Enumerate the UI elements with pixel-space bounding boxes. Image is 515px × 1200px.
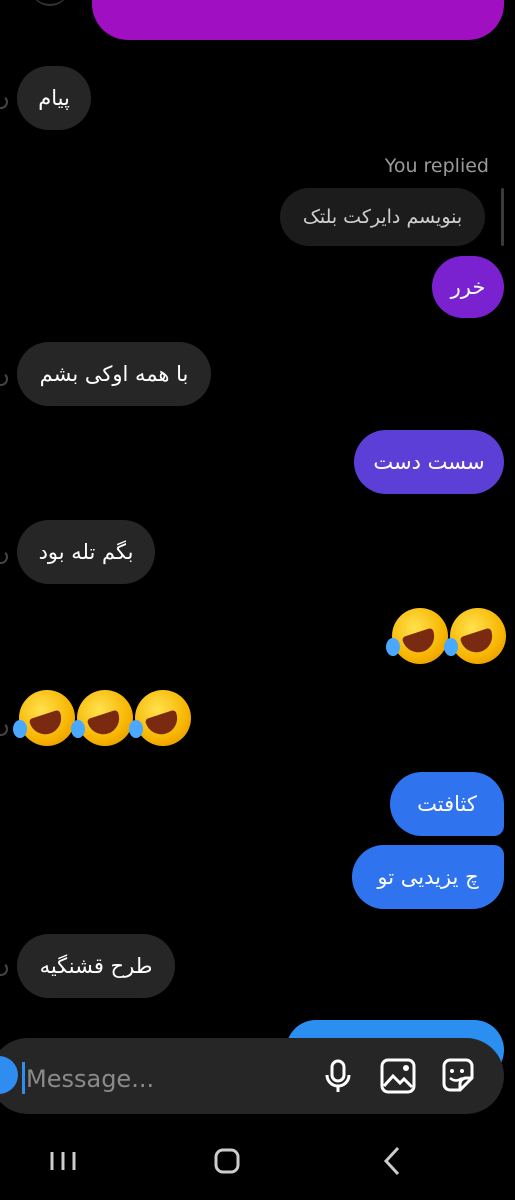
home-icon[interactable] xyxy=(207,1140,247,1180)
laughing-emoji-icon xyxy=(13,690,75,746)
sent-message[interactable]: کثافتت xyxy=(390,772,504,836)
sent-message[interactable]: خرر xyxy=(432,256,504,318)
message-text: چ یزیدیی تو xyxy=(377,865,479,889)
partial-avatar xyxy=(30,0,70,6)
received-message[interactable]: بگم تله بود xyxy=(17,520,155,584)
received-message[interactable]: با همه اوکی بشم xyxy=(17,342,211,406)
message-text: با همه اوکی بشم xyxy=(39,362,189,386)
message-text: طرح قشنگیه xyxy=(39,954,153,978)
laughing-emoji-icon xyxy=(444,608,506,664)
message-input[interactable] xyxy=(24,1060,288,1098)
reply-indicator-bar xyxy=(501,188,504,246)
quote-text: بنویسم دایرکت بلتک xyxy=(302,206,463,228)
received-message[interactable]: پیام xyxy=(17,66,91,130)
gallery-icon[interactable] xyxy=(378,1056,418,1096)
back-icon[interactable] xyxy=(372,1140,412,1180)
sticker-icon[interactable] xyxy=(438,1056,478,1096)
received-message[interactable]: طرح قشنگیه xyxy=(17,934,175,998)
avatar xyxy=(0,95,8,109)
microphone-icon[interactable] xyxy=(318,1056,358,1096)
message-text: بگم تله بود xyxy=(38,540,134,564)
message-text: پیام xyxy=(38,86,70,110)
message-text: کثافتت xyxy=(417,792,477,816)
sent-message[interactable]: سست دست xyxy=(354,430,504,494)
reply-label: You replied xyxy=(384,155,489,177)
avatar xyxy=(0,550,8,564)
laughing-emoji-icon xyxy=(71,690,133,746)
laughing-emoji-icon xyxy=(386,608,448,664)
message-text: خرر xyxy=(450,275,486,299)
avatar xyxy=(0,372,8,386)
partial-sent-bubble-top[interactable] xyxy=(92,0,504,40)
avatar xyxy=(0,722,8,736)
sent-emoji-message[interactable] xyxy=(386,608,506,664)
laughing-emoji-icon xyxy=(129,690,191,746)
received-emoji-message[interactable] xyxy=(13,690,191,746)
avatar xyxy=(0,962,8,976)
replied-message-quote[interactable]: بنویسم دایرکت بلتک xyxy=(280,188,485,246)
message-text: سست دست xyxy=(373,450,485,474)
recent-apps-icon[interactable] xyxy=(44,1140,84,1180)
sent-message[interactable]: چ یزیدیی تو xyxy=(352,845,504,909)
